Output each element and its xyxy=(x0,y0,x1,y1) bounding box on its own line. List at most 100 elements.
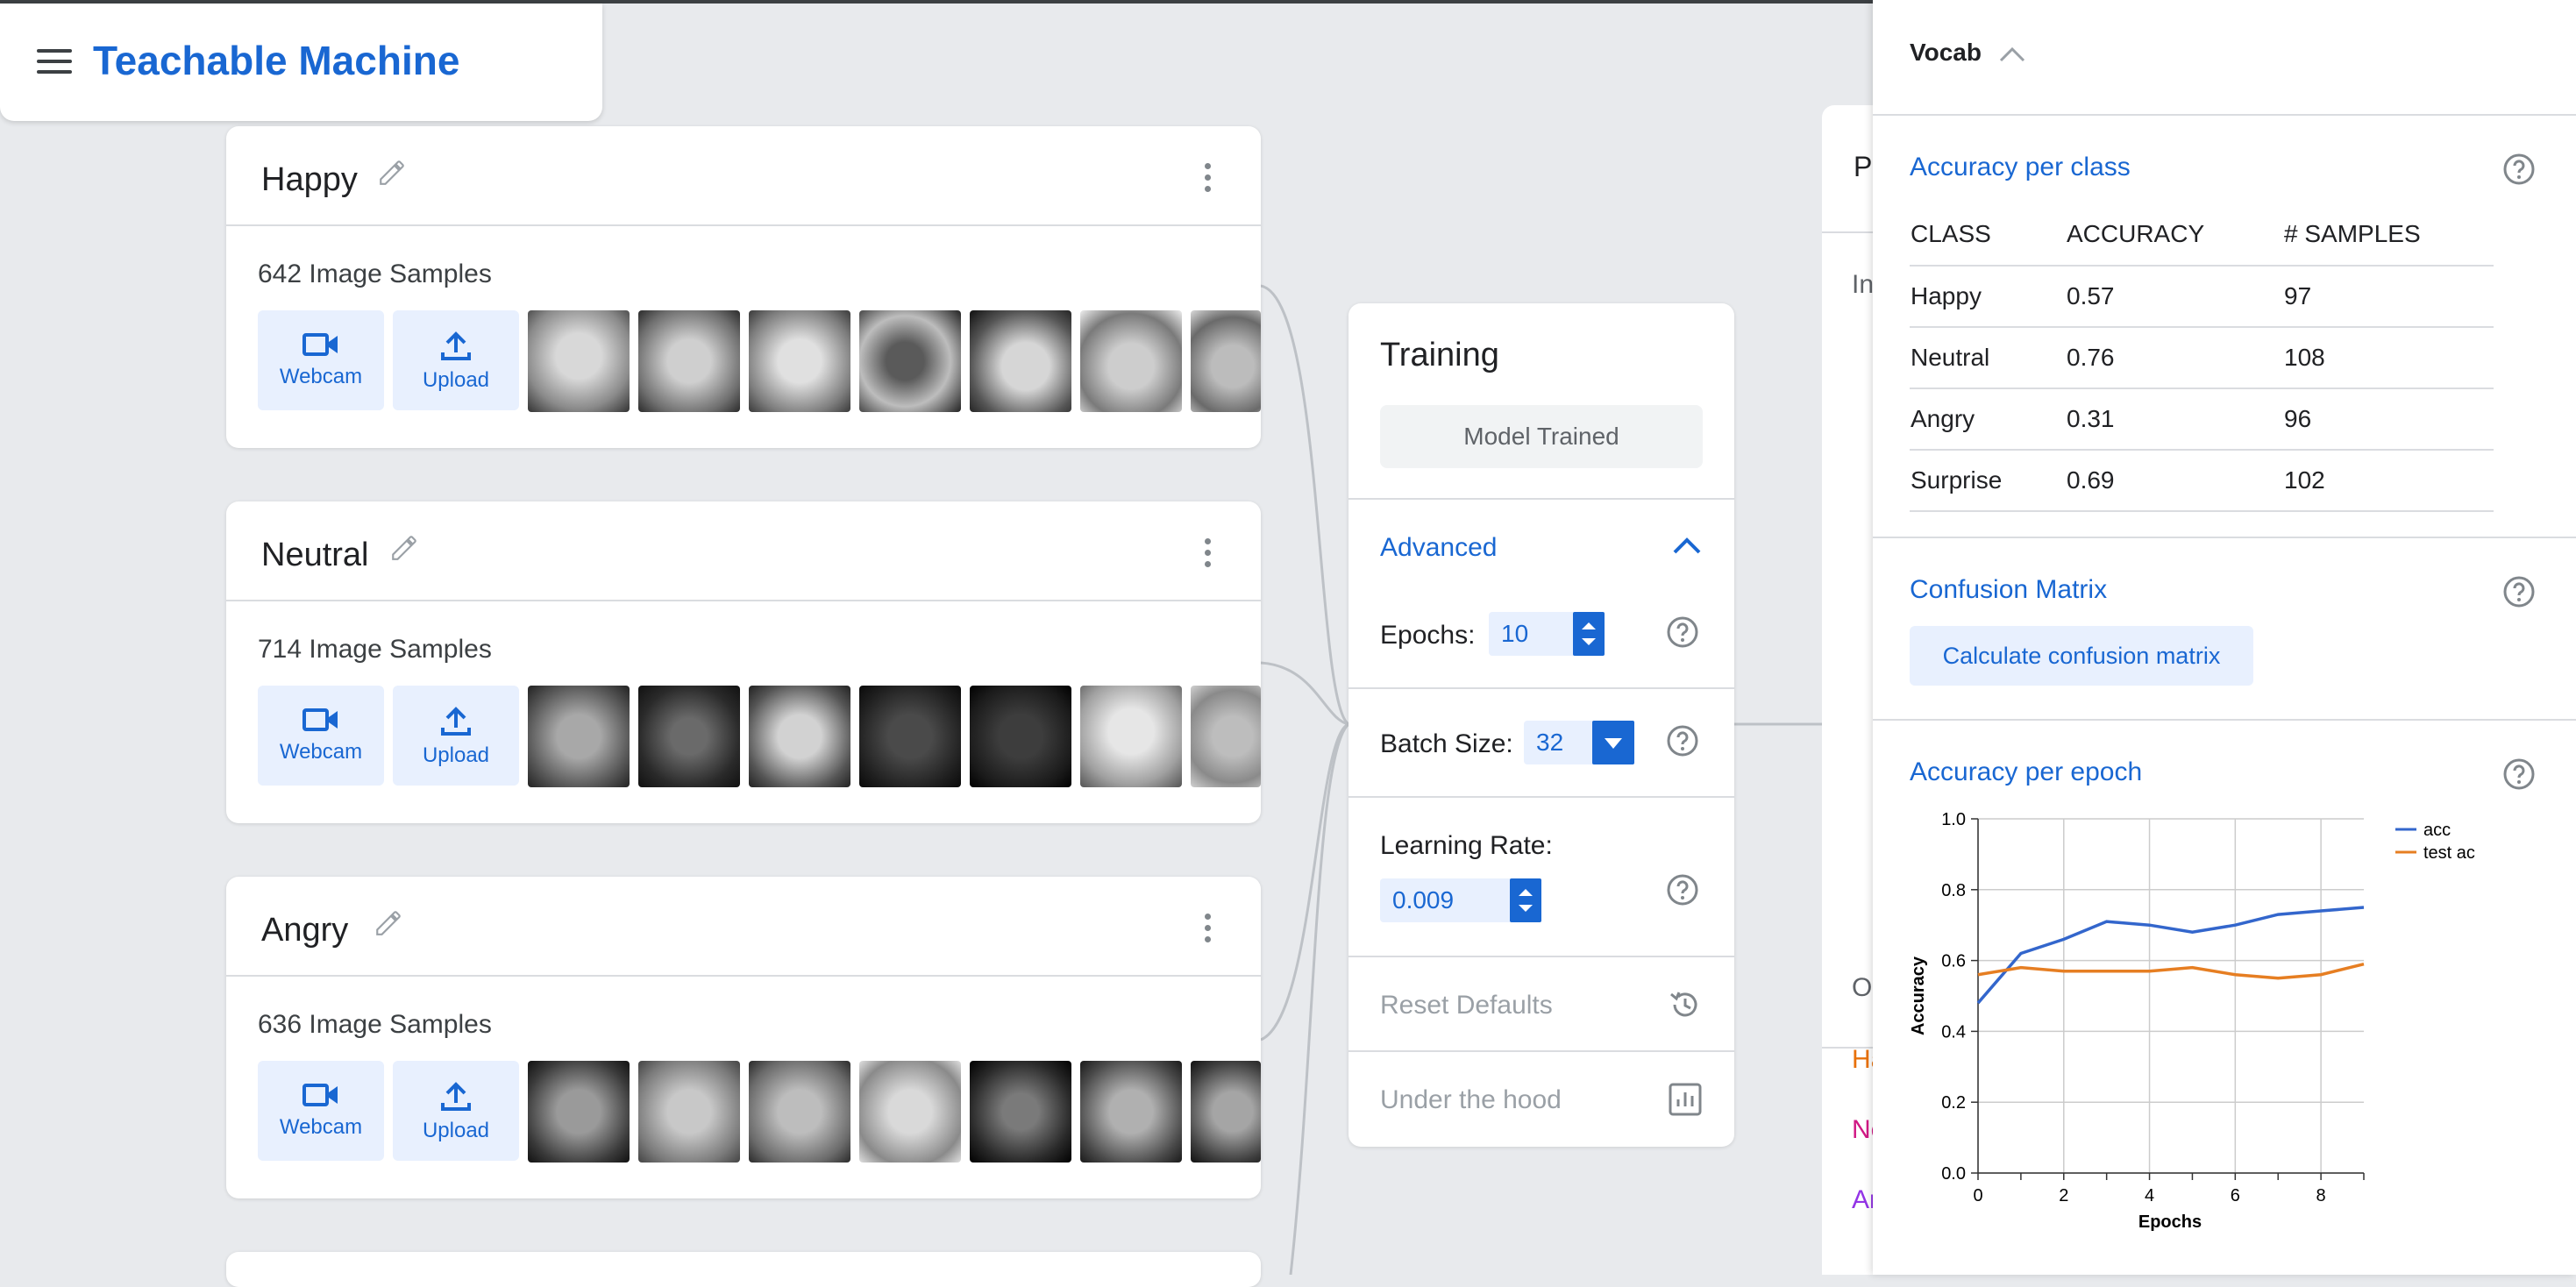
sample-thumbnail[interactable] xyxy=(749,686,850,787)
help-icon[interactable] xyxy=(1666,873,1699,907)
dropdown-arrow-icon xyxy=(1605,738,1622,749)
accuracy-per-class-title: Accuracy per class xyxy=(1910,153,2131,181)
sample-thumbnail[interactable] xyxy=(638,310,740,412)
sample-thumbnail[interactable] xyxy=(1191,1061,1261,1163)
sample-thumbnail[interactable] xyxy=(859,686,961,787)
upload-button[interactable]: Upload xyxy=(393,310,519,410)
x-tick-label: 8 xyxy=(2316,1186,2326,1205)
sample-count: 636 Image Samples xyxy=(258,1010,492,1039)
upload-label: Upload xyxy=(422,368,490,392)
under-the-hood-button[interactable]: Under the hood xyxy=(1380,1085,1562,1115)
upload-icon xyxy=(441,1082,471,1111)
sample-thumbnail[interactable] xyxy=(859,310,961,412)
sample-thumbnail[interactable] xyxy=(638,1061,740,1163)
epochs-value: 10 xyxy=(1501,620,1529,647)
accuracy-cell: 0.69 xyxy=(2066,450,2283,512)
class-name[interactable]: Neutral xyxy=(261,537,369,574)
more-options-icon[interactable] xyxy=(1205,163,1212,197)
sample-thumbnail[interactable] xyxy=(528,686,630,787)
webcam-button[interactable]: Webcam xyxy=(258,686,384,786)
sample-thumbnail[interactable] xyxy=(1080,1061,1182,1163)
video-camera-icon xyxy=(302,333,338,356)
webcam-button[interactable]: Webcam xyxy=(258,310,384,410)
upload-label: Upload xyxy=(422,743,490,767)
class-name[interactable]: Happy xyxy=(261,161,358,199)
sample-thumbnail[interactable] xyxy=(970,310,1071,412)
batch-size-dropdown[interactable] xyxy=(1592,721,1634,764)
class-name[interactable]: Angry xyxy=(261,912,348,949)
more-options-icon[interactable] xyxy=(1205,914,1212,948)
samples-cell: 96 xyxy=(2283,388,2494,451)
learning-rate-input[interactable]: 0.009 xyxy=(1380,878,1541,922)
legend-label: acc xyxy=(2423,821,2451,840)
column-header: # SAMPLES xyxy=(2283,203,2494,267)
learning-rate-label: Learning Rate: xyxy=(1380,831,1553,860)
class-card-partial xyxy=(226,1252,1261,1287)
epochs-stepper[interactable] xyxy=(1573,612,1605,656)
edit-pencil-icon[interactable] xyxy=(389,533,419,563)
webcam-button[interactable]: Webcam xyxy=(258,1061,384,1161)
help-icon[interactable] xyxy=(2502,153,2536,186)
sample-thumbnail[interactable] xyxy=(970,1061,1071,1163)
samples-cell: 97 xyxy=(2283,266,2494,328)
table-row: Happy 0.57 97 xyxy=(1910,266,2494,328)
stepper-arrows-icon xyxy=(1519,889,1533,912)
sample-thumbnail[interactable] xyxy=(749,1061,850,1163)
preview-title-partial: P xyxy=(1854,151,1873,182)
bar-chart-icon[interactable] xyxy=(1668,1082,1703,1117)
help-icon[interactable] xyxy=(2502,575,2536,608)
edit-pencil-icon[interactable] xyxy=(377,158,407,188)
vocab-dropdown[interactable]: Vocab xyxy=(1910,39,2027,67)
sample-thumbnail[interactable] xyxy=(1191,310,1261,412)
sample-thumbnail[interactable] xyxy=(749,310,850,412)
chevron-up-icon xyxy=(1999,46,2025,61)
upload-button[interactable]: Upload xyxy=(393,1061,519,1161)
output-label-partial: O xyxy=(1852,973,1873,1002)
divider xyxy=(1873,537,2576,538)
sample-thumbnail[interactable] xyxy=(1191,686,1261,787)
hamburger-menu-icon[interactable] xyxy=(37,49,72,75)
batch-size-select[interactable]: 32 xyxy=(1524,721,1634,764)
webcam-label: Webcam xyxy=(279,740,363,764)
y-tick-label: 0.4 xyxy=(1941,1022,1966,1042)
y-tick-label: 0.0 xyxy=(1941,1164,1966,1184)
calculate-confusion-matrix-button[interactable]: Calculate confusion matrix xyxy=(1910,626,2253,686)
sample-thumbnail[interactable] xyxy=(1080,686,1182,787)
series-line-0 xyxy=(1976,906,2365,1005)
confusion-matrix-title: Confusion Matrix xyxy=(1910,575,2108,604)
chevron-up-icon[interactable] xyxy=(1671,535,1703,556)
divider xyxy=(1348,687,1734,689)
x-tick-label: 6 xyxy=(2231,1186,2240,1205)
app-title: Teachable Machine xyxy=(93,38,460,83)
epochs-input[interactable]: 10 xyxy=(1489,612,1605,656)
learning-rate-stepper[interactable] xyxy=(1510,878,1541,922)
history-icon[interactable] xyxy=(1668,987,1703,1022)
divider xyxy=(1873,719,2576,721)
more-options-icon[interactable] xyxy=(1205,538,1212,572)
help-icon[interactable] xyxy=(2502,757,2536,791)
sample-thumbnail[interactable] xyxy=(970,686,1071,787)
x-tick-label: 0 xyxy=(1973,1186,1982,1205)
table-row: Surprise 0.69 102 xyxy=(1910,450,2494,512)
x-tick-label: 4 xyxy=(2145,1186,2154,1205)
class-cell: Angry xyxy=(1910,388,2066,451)
sample-thumbnail[interactable] xyxy=(528,1061,630,1163)
samples-cell: 102 xyxy=(2283,450,2494,512)
y-tick-label: 0.2 xyxy=(1941,1093,1966,1113)
sample-thumbnail[interactable] xyxy=(528,310,630,412)
upload-button[interactable]: Upload xyxy=(393,686,519,786)
training-panel: Training Model Trained Advanced Epochs: … xyxy=(1348,303,1734,1147)
sample-count: 642 Image Samples xyxy=(258,260,492,288)
edit-pencil-icon[interactable] xyxy=(374,908,403,938)
reset-defaults-button[interactable]: Reset Defaults xyxy=(1380,991,1553,1020)
sample-thumbnail[interactable] xyxy=(638,686,740,787)
help-icon[interactable] xyxy=(1666,724,1699,757)
model-trained-button[interactable]: Model Trained xyxy=(1380,405,1703,468)
training-title: Training xyxy=(1380,337,1499,373)
advanced-toggle[interactable]: Advanced xyxy=(1380,533,1497,563)
divider xyxy=(1348,1050,1734,1052)
help-icon[interactable] xyxy=(1666,615,1699,649)
epochs-label: Epochs: xyxy=(1380,621,1476,650)
sample-thumbnail[interactable] xyxy=(859,1061,961,1163)
sample-thumbnail[interactable] xyxy=(1080,310,1182,412)
